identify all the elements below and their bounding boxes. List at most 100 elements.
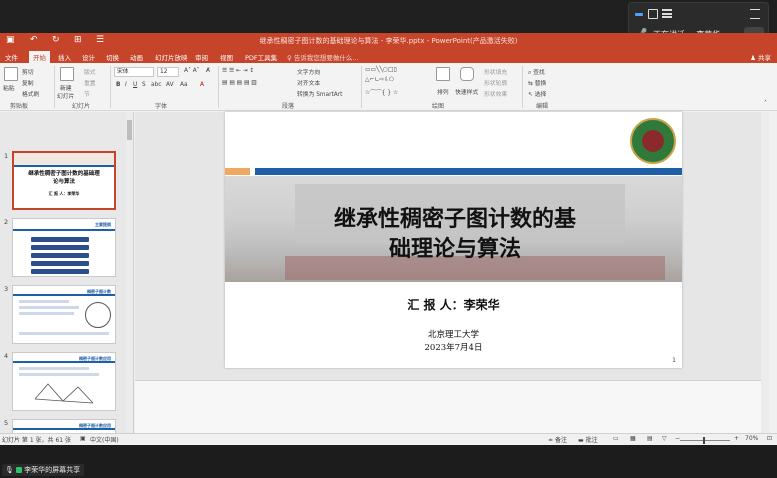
zoom-in-button[interactable]: + [734,435,739,442]
clear-format-icon[interactable]: A̸ [206,68,210,74]
select-icon: ↖ [528,92,533,98]
thumbnails-scrollbar[interactable] [126,112,133,433]
notes-area[interactable] [135,380,769,433]
window-icon[interactable] [648,9,658,19]
university-logo [630,118,676,164]
spellcheck-icon[interactable]: ▣ [80,435,86,442]
slides-group-label: 幻灯片 [72,103,91,110]
arrange-button[interactable]: 排列 [437,87,449,96]
shape-outline-button[interactable]: 形状轮廓 [484,78,507,87]
drawing-group-label: 绘图 [432,103,445,110]
copy-button[interactable]: 复制 [22,78,34,87]
convert-smartart-button[interactable]: 转换为 SmartArt [297,89,342,98]
char-spacing-button[interactable]: AV [166,82,174,88]
zoom-slider[interactable] [680,440,730,441]
scrollbar-thumb[interactable] [127,120,132,140]
zoom-level[interactable]: 70% [745,435,758,442]
thumbnail-title: 稠密子图计数应用 [79,423,111,428]
font-color-button[interactable]: A [200,82,204,88]
replace-button[interactable]: ⇆ 替换 [528,78,546,87]
tell-me-search[interactable]: ♀ 告诉我您想要做什么... [287,52,359,62]
text-direction-button[interactable]: 文字方向 [297,67,320,76]
thumbnail-number: 2 [4,218,9,226]
tab-animations[interactable]: 动画 [130,52,143,62]
align-text-button[interactable]: 对齐文本 [297,78,320,87]
thumbnail-number: 1 [4,152,9,160]
increase-font-icon[interactable]: A˄ A˅ [184,68,200,74]
ribbon-tabs: 文件 开始 插入 设计 切换 动画 幻灯片放映 审阅 视图 PDF工具集 ♀ 告… [0,50,777,63]
quick-styles-icon[interactable] [460,67,474,81]
reset-button[interactable]: 重置 [84,78,96,87]
tab-pdf-tools[interactable]: PDF工具集 [245,52,277,62]
bullets-button[interactable]: ☰ ☰ ⇤ ⇥ ↕ [222,68,254,74]
reporter[interactable]: 汇 报 人：李荣华 [225,296,682,313]
slide-title[interactable]: 继承性稠密子图计数的基 础理论与算法 [275,204,635,264]
quick-styles-button[interactable]: 快速样式 [455,87,478,96]
powerpoint-window: ▣ ↶ ↻ ⊞ ☰ 继承性稠密子图计数的基础理论与算法 - 李荣华.pptx -… [0,33,777,445]
bold-button[interactable]: B [116,82,120,88]
thumbnail-number: 5 [4,419,9,427]
separator [522,66,523,108]
font-name-box[interactable]: 宋体 [114,67,154,77]
format-painter-button[interactable]: 格式刷 [22,89,39,98]
list-icon[interactable] [662,9,672,18]
collapse-ribbon-icon[interactable]: ˄ [764,101,767,107]
comments-button[interactable]: ▬ 批注 [578,435,598,444]
tab-insert[interactable]: 插入 [58,52,71,62]
arrange-icon[interactable] [436,67,450,81]
reading-view-icon[interactable]: ▤ [647,435,653,442]
zoom-slider-knob[interactable] [703,437,705,444]
thumbnail-slide-2[interactable]: 主要提纲 [12,218,116,277]
shadow-button[interactable]: S [142,82,146,88]
ribbon: 粘贴 剪切 复制 格式刷 剪贴板 新建 幻灯片 版式 重置 节 幻灯片 宋体 1… [0,63,777,111]
tab-home[interactable]: 开始 [29,51,50,63]
blue-accent-bar [255,168,682,175]
language-indicator[interactable]: 中文(中国) [90,435,119,444]
separator [218,66,219,108]
screen: 🎤 正在讲话: 李荣华 ▣ ↶ ↻ ⊞ ☰ 继承性稠密子图计数的基础理论与算法 … [0,0,777,478]
tab-view[interactable]: 视图 [220,52,233,62]
share-button[interactable]: ♟ 共享 [750,52,771,62]
normal-view-icon[interactable]: ▭ [613,435,619,442]
italic-button[interactable]: I [125,82,127,88]
font-size-box[interactable]: 12 [157,67,179,77]
university-name[interactable]: 北京理工大学 [225,328,682,340]
shape-effects-button[interactable]: 形状效果 [484,89,507,98]
thumbnail-slide-3[interactable]: 稠密子图计数 [12,285,116,344]
tab-transitions[interactable]: 切换 [106,52,119,62]
presentation-date[interactable]: 2023年7月4日 [225,341,682,353]
tab-slideshow[interactable]: 幻灯片放映 [155,52,188,62]
paste-icon[interactable] [4,67,18,81]
shape-fill-button[interactable]: 形状填充 [484,67,507,76]
collapse-icon[interactable] [750,9,760,19]
fit-slide-icon[interactable]: ⊡ [767,435,772,442]
tab-file[interactable]: 文件 [5,52,18,62]
thumbnail-slide-1[interactable]: 继承性稠密子图计数的基础理论与算法 汇 报 人：李荣华 [12,151,116,210]
thumbnail-slide-4[interactable]: 稠密子图计数应用 [12,352,116,411]
thumbnail-subtitle: 汇 报 人：李荣华 [48,191,80,196]
tab-design[interactable]: 设计 [82,52,95,62]
change-case-button[interactable]: Aa [180,82,188,88]
strikethrough-button[interactable]: abc [151,82,161,88]
current-slide[interactable]: 继承性稠密子图计数的基 础理论与算法 汇 报 人：李荣华 北京理工大学 2023… [225,112,682,368]
new-slide-label-2[interactable]: 幻灯片 [57,91,74,100]
section-button[interactable]: 节 [84,89,90,98]
thumbnail-slide-5[interactable]: 稠密子图计数应用 [12,419,116,433]
tab-review[interactable]: 审阅 [195,52,208,62]
align-buttons[interactable]: ▤ ▤ ▤ ▤ ▥ [222,80,257,86]
title-bar: ▣ ↶ ↻ ⊞ ☰ 继承性稠密子图计数的基础理论与算法 - 李荣华.pptx -… [0,33,777,50]
slide-sorter-icon[interactable]: ▦ [630,435,636,442]
cut-button[interactable]: 剪切 [22,67,34,76]
select-button[interactable]: ↖ 选择 [528,89,546,98]
new-slide-icon[interactable] [60,67,74,81]
thumbnail-title: 稠密子图计数应用 [79,356,111,361]
slideshow-icon[interactable]: ▽ [662,435,667,442]
editor-scrollbar[interactable] [761,112,769,433]
notes-button[interactable]: ≐ 备注 [548,435,567,444]
shapes-gallery[interactable]: ▭▭╲╲○□▯ △⌐∟⇨⇩⬠ ☆⌒⌒{ } ☆ [365,67,429,97]
layout-button[interactable]: 版式 [84,67,96,76]
graph-icon [34,383,94,404]
find-button[interactable]: ⌕ 查找 [528,67,545,77]
paste-label[interactable]: 粘贴 [3,83,15,92]
underline-button[interactable]: U [133,82,137,88]
